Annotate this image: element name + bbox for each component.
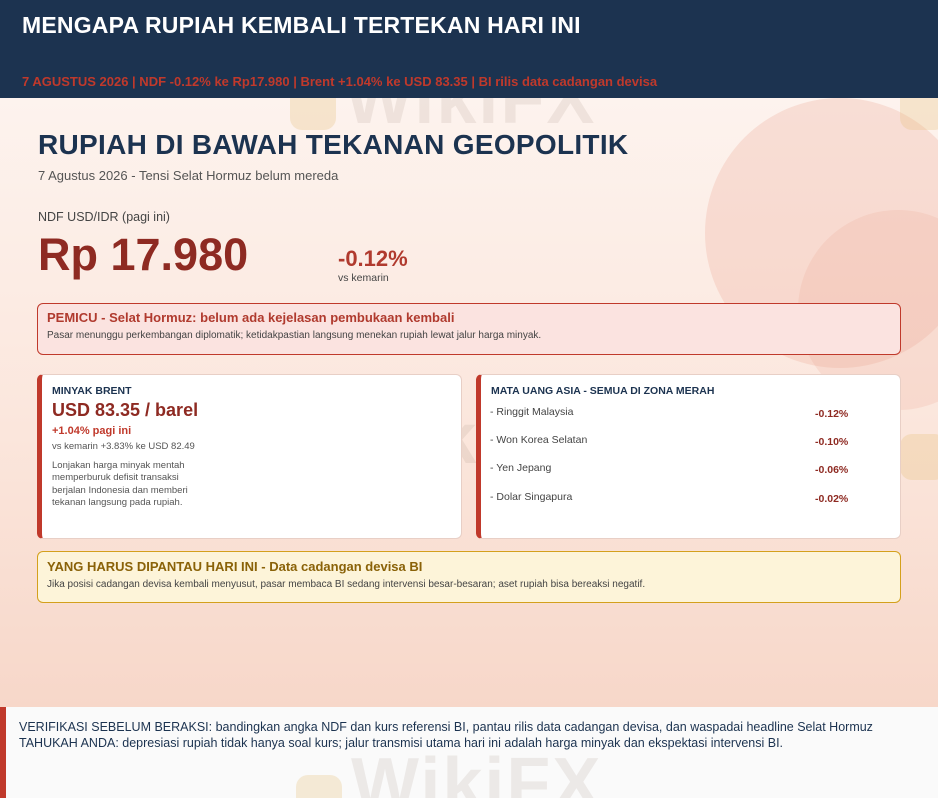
price-label: NDF USD/IDR (pagi ini) (38, 210, 170, 224)
price-change-note: vs kemarin (338, 272, 389, 284)
footer-fact-note: TAHUKAH ANDA: depresiasi rupiah tidak ha… (19, 736, 784, 750)
header-banner: MENGAPA RUPIAH KEMBALI TERTEKAN HARI INI… (0, 0, 938, 98)
brent-compare: vs kemarin +3.83% ke USD 82.49 (52, 441, 195, 452)
currency-name: - Won Korea Selatan (490, 434, 588, 447)
price-value: Rp 17.980 (38, 229, 249, 280)
brent-description: Lonjakan harga minyak mentah memperburuk… (52, 460, 188, 508)
brent-change: +1.04% pagi ini (52, 425, 132, 437)
page-title: RUPIAH DI BAWAH TEKANAN GEOPOLITIK (38, 129, 629, 160)
footer-verify-note: VERIFIKASI SEBELUM BERAKSI: bandingkan a… (19, 720, 873, 734)
currency-name: - Ringgit Malaysia (490, 406, 574, 418)
watch-heading: YANG HARUS DIPANTAU HARI INI - Data cada… (47, 559, 423, 574)
header-title: MENGAPA RUPIAH KEMBALI TERTEKAN HARI INI (22, 12, 581, 38)
list-item: - Dolar Singapura -0.02% (490, 491, 850, 519)
brent-label: MINYAK BRENT (52, 385, 132, 397)
page-subtitle: 7 Agustus 2026 - Tensi Selat Hormuz belu… (38, 168, 339, 183)
watermark-text: WikiFX (351, 744, 603, 798)
brent-price: USD 83.35 / barel (52, 400, 199, 420)
trigger-heading: PEMICU - Selat Hormuz: belum ada kejelas… (47, 310, 455, 325)
asia-currency-card: MATA UANG ASIA - SEMUA DI ZONA MERAH - R… (476, 374, 901, 539)
currency-list: - Ringgit Malaysia -0.12% - Won Korea Se… (490, 406, 850, 519)
list-item: - Yen Jepang -0.06% (490, 462, 850, 490)
watermark-logo-icon (290, 98, 336, 130)
currency-change: -0.02% (815, 492, 849, 505)
list-item: - Ringgit Malaysia -0.12% (490, 406, 850, 434)
brent-card: MINYAK BRENT USD 83.35 / barel +1.04% pa… (37, 374, 462, 539)
asia-label: MATA UANG ASIA - SEMUA DI ZONA MERAH (491, 385, 715, 397)
watch-callout: YANG HARUS DIPANTAU HARI INI - Data cada… (37, 551, 901, 603)
currency-name: - Yen Jepang (490, 462, 552, 475)
main-panel: WikiFX WikiFX RUPIAH DI BAWAH TEKANAN GE… (0, 98, 938, 707)
list-item: - Won Korea Selatan -0.10% (490, 434, 850, 462)
currency-change: -0.10% (815, 436, 849, 449)
currency-name: - Dolar Singapura (490, 490, 573, 503)
price-change: -0.12% (338, 246, 408, 271)
currency-change: -0.06% (815, 464, 849, 477)
watermark-logo-icon (900, 434, 938, 480)
footer-notes: VERIFIKASI SEBELUM BERAKSI: bandingkan a… (0, 707, 938, 798)
header-ticker: 7 AGUSTUS 2026 | NDF -0.12% ke Rp17.980 … (22, 74, 658, 89)
watch-text: Jika posisi cadangan devisa kembali meny… (47, 579, 646, 590)
trigger-callout: PEMICU - Selat Hormuz: belum ada kejelas… (37, 303, 901, 355)
trigger-text: Pasar menunggu perkembangan diplomatik; … (47, 330, 542, 341)
watermark-logo-icon (296, 775, 342, 798)
currency-change: -0.12% (815, 408, 849, 420)
